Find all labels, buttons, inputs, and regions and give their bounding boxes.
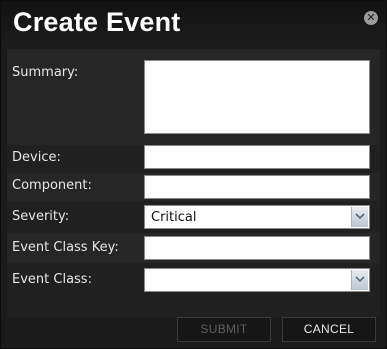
- device-input[interactable]: [144, 145, 370, 169]
- device-row: Device:: [7, 145, 380, 169]
- summary-label: Summary:: [12, 65, 79, 80]
- event-form: Summary: Device: Component: Severity: Cr…: [7, 49, 380, 317]
- create-event-dialog: Create Event ✕ Summary: Device: Componen…: [0, 0, 387, 349]
- summary-row: Summary:: [7, 49, 380, 145]
- event-class-label: Event Class:: [12, 272, 92, 287]
- chevron-down-icon[interactable]: [351, 270, 368, 290]
- event-class-row: Event Class:: [7, 265, 380, 295]
- event-class-key-row: Event Class Key:: [7, 233, 380, 263]
- component-input[interactable]: [144, 175, 370, 199]
- component-row: Component:: [7, 173, 380, 201]
- submit-button[interactable]: SUBMIT: [177, 317, 271, 342]
- summary-textarea[interactable]: [144, 60, 370, 134]
- chevron-down-icon[interactable]: [351, 207, 368, 227]
- dialog-footer: SUBMIT CANCEL: [7, 317, 380, 345]
- dialog-titlebar[interactable]: Create Event ✕: [1, 1, 386, 46]
- severity-row: Severity: Critical: [7, 203, 380, 231]
- event-class-key-input[interactable]: [144, 236, 370, 260]
- dialog-title: Create Event: [13, 7, 181, 37]
- severity-select[interactable]: Critical: [144, 205, 370, 229]
- close-icon[interactable]: ✕: [364, 11, 378, 25]
- cancel-button[interactable]: CANCEL: [282, 317, 376, 342]
- component-label: Component:: [12, 178, 92, 193]
- severity-selected-value: Critical: [151, 210, 197, 225]
- severity-label: Severity:: [12, 209, 70, 224]
- event-class-key-label: Event Class Key:: [12, 240, 119, 255]
- event-class-select[interactable]: [144, 268, 370, 292]
- device-label: Device:: [12, 150, 61, 165]
